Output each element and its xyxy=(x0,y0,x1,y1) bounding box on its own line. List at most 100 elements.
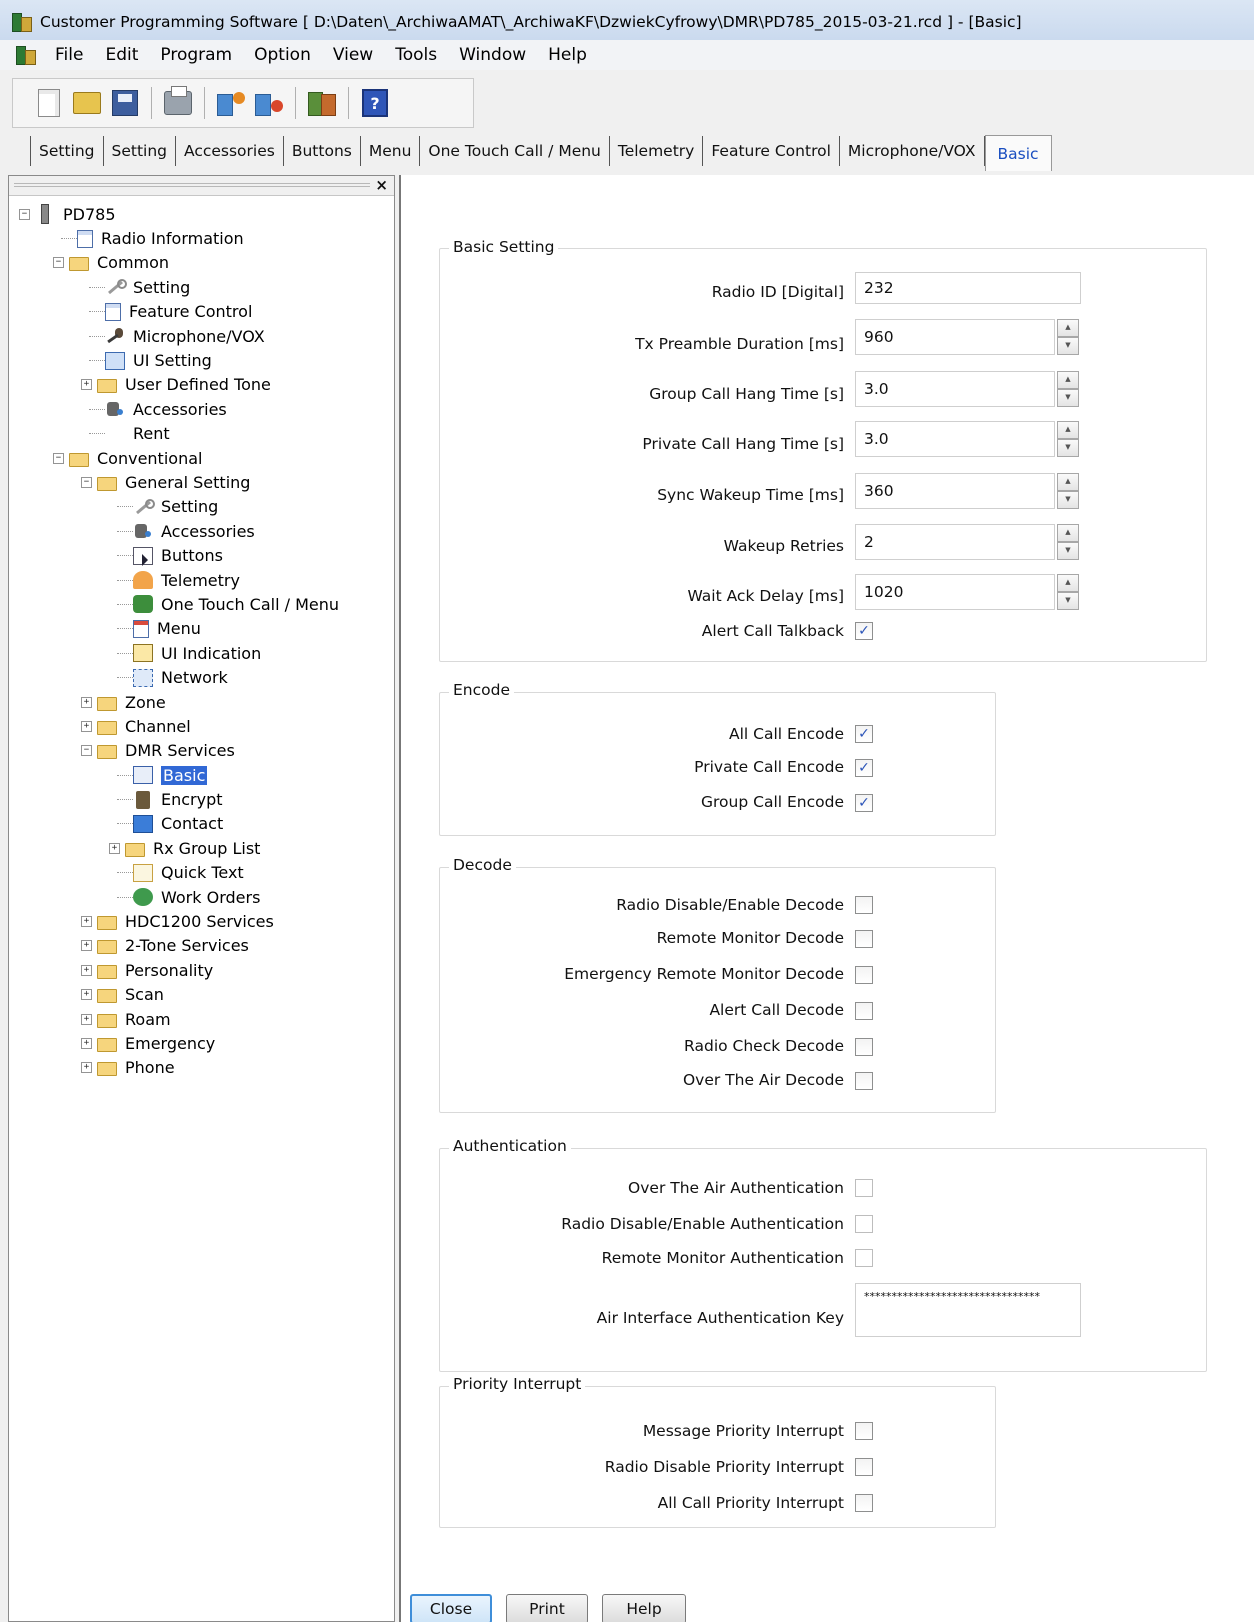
all-call-priority-checkbox[interactable] xyxy=(855,1494,873,1512)
tree-node-radio-information[interactable]: Radio Information xyxy=(9,226,394,250)
wakeup-retries-input[interactable]: 2 xyxy=(855,524,1055,560)
tree-node-roam[interactable]: + Roam xyxy=(9,1007,394,1031)
auth-key-input[interactable]: ******************************** xyxy=(855,1283,1081,1337)
expand-icon[interactable]: + xyxy=(81,1062,92,1074)
menu-edit[interactable]: Edit xyxy=(94,45,149,65)
message-priority-checkbox[interactable] xyxy=(855,1422,873,1440)
tree-node-one-touch-call[interactable]: One Touch Call / Menu xyxy=(9,592,394,616)
wait-ack-spinner[interactable]: ▲ ▼ xyxy=(1057,574,1079,610)
wait-ack-input[interactable]: 1020 xyxy=(855,574,1055,610)
spin-down-icon[interactable]: ▼ xyxy=(1057,592,1079,610)
collapse-icon[interactable]: − xyxy=(19,208,30,220)
save-button[interactable] xyxy=(109,86,141,120)
read-radio-button[interactable] xyxy=(215,86,247,120)
tree-node-personality[interactable]: + Personality xyxy=(9,958,394,982)
tree-node-phone[interactable]: + Phone xyxy=(9,1056,394,1080)
private-call-encode-checkbox[interactable]: ✓ xyxy=(855,759,873,777)
radio-id-input[interactable]: 232 xyxy=(855,272,1081,304)
menu-help[interactable]: Help xyxy=(537,45,598,65)
tab-one-touch-call[interactable]: One Touch Call / Menu xyxy=(420,136,610,166)
tree-node-hdc1200-services[interactable]: + HDC1200 Services xyxy=(9,909,394,933)
radio-disable-decode-checkbox[interactable] xyxy=(855,896,873,914)
clone-button[interactable] xyxy=(306,86,338,120)
tree-node-microphone-vox[interactable]: Microphone/VOX xyxy=(9,324,394,348)
expand-icon[interactable]: + xyxy=(81,720,92,732)
expand-icon[interactable]: + xyxy=(109,842,120,854)
alert-call-decode-checkbox[interactable] xyxy=(855,1002,873,1020)
tree-node-conventional[interactable]: − Conventional xyxy=(9,446,394,470)
tree-node-common[interactable]: − Common xyxy=(9,251,394,275)
spin-down-icon[interactable]: ▼ xyxy=(1057,542,1079,560)
print-button[interactable] xyxy=(162,86,194,120)
menu-program[interactable]: Program xyxy=(149,45,243,65)
spin-up-icon[interactable]: ▲ xyxy=(1057,421,1079,439)
sync-wakeup-spinner[interactable]: ▲ ▼ xyxy=(1057,473,1079,509)
spin-down-icon[interactable]: ▼ xyxy=(1057,337,1079,355)
tree-node-emergency[interactable]: + Emergency xyxy=(9,1031,394,1055)
expand-icon[interactable]: + xyxy=(81,1037,92,1049)
menu-view[interactable]: View xyxy=(322,45,384,65)
emergency-monitor-decode-checkbox[interactable] xyxy=(855,966,873,984)
print-button[interactable]: Print xyxy=(506,1594,588,1622)
spin-up-icon[interactable]: ▲ xyxy=(1057,371,1079,389)
alert-talkback-checkbox[interactable]: ✓ xyxy=(855,622,873,640)
wakeup-retries-spinner[interactable]: ▲ ▼ xyxy=(1057,524,1079,560)
tree-node-dmr-services[interactable]: − DMR Services xyxy=(9,739,394,763)
help-button[interactable]: ? xyxy=(359,86,391,120)
tree-node-zone[interactable]: + Zone xyxy=(9,690,394,714)
tree-node-pd785[interactable]: − PD785 xyxy=(9,202,394,226)
expand-icon[interactable]: + xyxy=(81,379,92,391)
tab-setting-2[interactable]: Setting xyxy=(104,136,176,166)
menu-option[interactable]: Option xyxy=(243,45,322,65)
close-button[interactable]: Close xyxy=(410,1594,492,1622)
menu-window[interactable]: Window xyxy=(448,45,537,65)
tree-node-general-setting-setting[interactable]: Setting xyxy=(9,495,394,519)
tab-buttons[interactable]: Buttons xyxy=(284,136,361,166)
expand-icon[interactable]: + xyxy=(81,940,92,952)
tree-node-scan[interactable]: + Scan xyxy=(9,983,394,1007)
tree-node-encrypt[interactable]: Encrypt xyxy=(9,787,394,811)
ota-authentication-checkbox[interactable] xyxy=(855,1179,873,1197)
tab-feature-control[interactable]: Feature Control xyxy=(703,136,840,166)
tx-preamble-input[interactable]: 960 xyxy=(855,319,1055,355)
tab-accessories[interactable]: Accessories xyxy=(176,136,284,166)
tree-node-work-orders[interactable]: Work Orders xyxy=(9,885,394,909)
close-pane-icon[interactable]: × xyxy=(375,176,388,194)
remote-monitor-authentication-checkbox[interactable] xyxy=(855,1249,873,1267)
spin-up-icon[interactable]: ▲ xyxy=(1057,473,1079,491)
tree-node-common-accessories[interactable]: Accessories xyxy=(9,397,394,421)
collapse-icon[interactable]: − xyxy=(53,257,64,269)
spin-down-icon[interactable]: ▼ xyxy=(1057,439,1079,457)
tab-basic[interactable]: Basic xyxy=(984,135,1052,171)
tree-node-common-setting[interactable]: Setting xyxy=(9,275,394,299)
tab-microphone-vox[interactable]: Microphone/VOX xyxy=(840,136,985,166)
tree-node-ui-indication[interactable]: UI Indication xyxy=(9,641,394,665)
tab-telemetry[interactable]: Telemetry xyxy=(610,136,704,166)
group-call-encode-checkbox[interactable]: ✓ xyxy=(855,794,873,812)
tree-node-menu[interactable]: Menu xyxy=(9,617,394,641)
expand-icon[interactable]: + xyxy=(81,989,92,1001)
sync-wakeup-input[interactable]: 360 xyxy=(855,473,1055,509)
tree-node-rx-group-list[interactable]: + Rx Group List xyxy=(9,836,394,860)
private-hang-input[interactable]: 3.0 xyxy=(855,421,1055,457)
spin-down-icon[interactable]: ▼ xyxy=(1057,389,1079,407)
tree-node-user-defined-tone[interactable]: + User Defined Tone xyxy=(9,373,394,397)
tree-node-buttons[interactable]: Buttons xyxy=(9,543,394,567)
expand-icon[interactable]: + xyxy=(81,916,92,928)
group-hang-input[interactable]: 3.0 xyxy=(855,371,1055,407)
tree-node-network[interactable]: Network xyxy=(9,665,394,689)
menu-file[interactable]: File xyxy=(44,45,94,65)
expand-icon[interactable]: + xyxy=(81,964,92,976)
tree-node-contact[interactable]: Contact xyxy=(9,812,394,836)
spin-up-icon[interactable]: ▲ xyxy=(1057,574,1079,592)
collapse-icon[interactable]: − xyxy=(81,476,92,488)
tree-node-ui-setting[interactable]: UI Setting xyxy=(9,348,394,372)
spin-up-icon[interactable]: ▲ xyxy=(1057,524,1079,542)
open-button[interactable] xyxy=(71,86,103,120)
radio-disable-priority-checkbox[interactable] xyxy=(855,1458,873,1476)
radio-check-decode-checkbox[interactable] xyxy=(855,1038,873,1056)
tree-node-feature-control[interactable]: Feature Control xyxy=(9,300,394,324)
tree-node-basic[interactable]: Basic xyxy=(9,763,394,787)
help-button[interactable]: Help xyxy=(602,1594,686,1622)
radio-disable-authentication-checkbox[interactable] xyxy=(855,1215,873,1233)
